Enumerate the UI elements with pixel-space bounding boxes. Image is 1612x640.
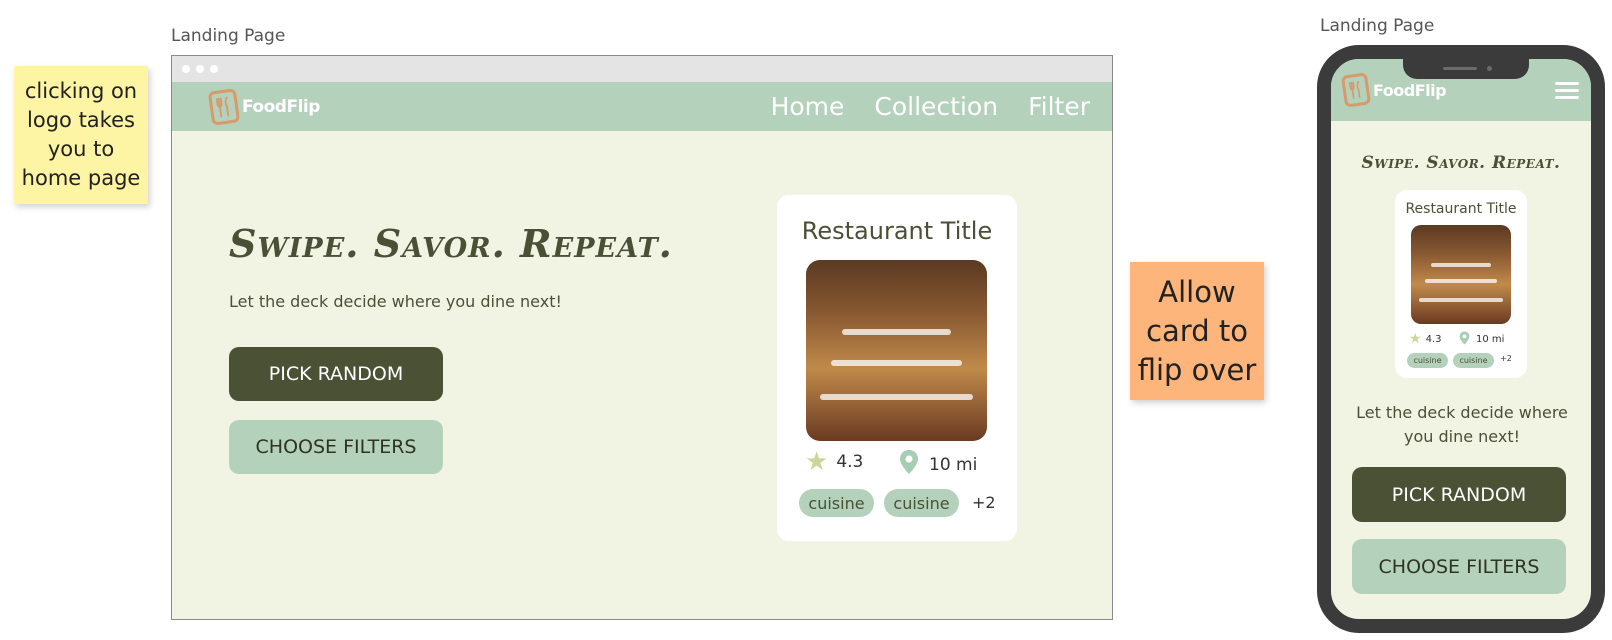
mobile-logo-text: FoodFlip — [1373, 80, 1447, 100]
mobile-distance-value: 10 mi — [1476, 334, 1505, 345]
nav-filter[interactable]: Filter — [1028, 92, 1090, 121]
rating: ★ 4.3 — [805, 449, 863, 475]
distance: 10 mi — [899, 449, 977, 480]
nav-collection[interactable]: Collection — [874, 92, 998, 121]
fork-knife-icon — [207, 87, 241, 126]
mobile-hero-title: Swipe. Savor. Repeat. — [1361, 153, 1561, 173]
map-pin-icon — [1459, 331, 1470, 348]
map-pin-icon — [899, 449, 919, 480]
mobile-restaurant-photo — [1411, 225, 1511, 324]
phone-notch — [1403, 59, 1529, 79]
mobile-hero-subtitle: Let the deck decide where you dine next! — [1356, 403, 1568, 446]
nav-home[interactable]: Home — [771, 92, 845, 121]
hero-title: Swipe. Savor. Repeat. — [229, 221, 673, 266]
mobile-rating: ★ 4.3 — [1409, 331, 1441, 347]
mobile-landing-page: FoodFlip Swipe. Savor. Repeat. Restauran… — [1317, 45, 1605, 633]
more-tags-count: +2 — [972, 493, 996, 512]
mobile-distance: 10 mi — [1459, 331, 1504, 348]
mobile-pick-random-button[interactable]: PICK RANDOM — [1352, 467, 1566, 522]
mobile-more-tags-count: +2 — [1500, 354, 1512, 363]
distance-value: 10 mi — [929, 454, 978, 475]
cuisine-tag[interactable]: cuisine — [884, 489, 959, 517]
sticky-note-flip-text: Allow card to flip over — [1137, 274, 1257, 387]
hamburger-menu-icon[interactable] — [1555, 81, 1579, 99]
restaurant-card[interactable]: Restaurant Title ★ 4.3 10 mi cuisine cui… — [777, 195, 1017, 541]
mobile-restaurant-title: Restaurant Title — [1405, 201, 1517, 217]
sticky-note-logo-text: clicking on logo takes you to home page — [21, 79, 141, 190]
pick-random-button[interactable]: PICK RANDOM — [229, 347, 443, 401]
mobile-choose-filters-button[interactable]: CHOOSE FILTERS — [1352, 539, 1566, 594]
logo[interactable]: FoodFlip — [207, 87, 320, 126]
rating-value: 4.3 — [836, 452, 864, 472]
top-nav: FoodFlip Home Collection Filter — [172, 82, 1112, 131]
hero-subtitle: Let the deck decide where you dine next! — [229, 292, 562, 311]
restaurant-photo — [806, 260, 987, 441]
window-dot-icon — [210, 65, 218, 73]
sticky-note-flip: Allow card to flip over — [1130, 262, 1264, 400]
star-icon: ★ — [805, 447, 829, 477]
cuisine-tag[interactable]: cuisine — [799, 489, 874, 517]
star-icon: ★ — [1409, 331, 1422, 347]
nav-links: Home Collection Filter — [771, 92, 1090, 121]
mobile-rating-value: 4.3 — [1425, 333, 1442, 345]
sticky-note-logo: clicking on logo takes you to home page — [14, 66, 148, 204]
logo-text: FoodFlip — [242, 96, 320, 117]
mobile-cuisine-tag[interactable]: cuisine — [1453, 353, 1494, 368]
mobile-frame-label: Landing Page — [1320, 16, 1435, 36]
desktop-landing-page: FoodFlip Home Collection Filter Swipe. S… — [171, 55, 1113, 620]
mobile-cuisine-tag[interactable]: cuisine — [1407, 353, 1448, 368]
browser-chrome — [172, 56, 1112, 82]
restaurant-title: Restaurant Title — [801, 217, 993, 245]
window-dot-icon — [196, 65, 204, 73]
mobile-restaurant-card[interactable]: Restaurant Title ★ 4.3 10 mi cuisine cui… — [1395, 190, 1527, 378]
window-dot-icon — [182, 65, 190, 73]
choose-filters-button[interactable]: CHOOSE FILTERS — [229, 420, 443, 474]
desktop-frame-label: Landing Page — [171, 26, 286, 46]
fork-knife-icon — [1340, 72, 1372, 108]
